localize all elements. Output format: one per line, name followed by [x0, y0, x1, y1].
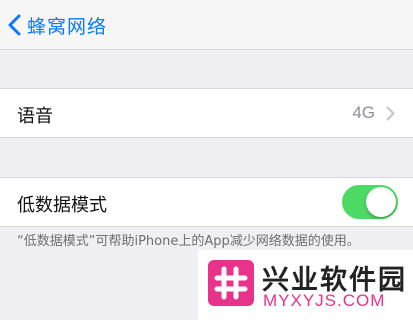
chevron-right-icon: [386, 106, 395, 125]
low-data-mode-label: 低数据模式: [17, 195, 107, 216]
voice-label: 语音: [17, 106, 53, 127]
voice-value: 4G: [352, 103, 375, 122]
low-data-mode-toggle[interactable]: [342, 185, 398, 219]
watermark-subtitle: MYXYJS.COM: [263, 291, 386, 310]
low-data-mode-row: 低数据模式: [0, 177, 413, 227]
toggle-knob: [366, 187, 396, 217]
voice-row[interactable]: 语音 4G: [0, 88, 413, 138]
chevron-left-icon: [8, 14, 21, 36]
hash-logo-icon: [208, 260, 254, 306]
back-button[interactable]: 蜂窝网络: [8, 12, 107, 38]
low-data-mode-description: “低数据模式”可帮助iPhone上的App减少网络数据的使用。: [17, 234, 360, 249]
watermark: 兴业软件园 MYXYJS.COM: [198, 250, 413, 320]
back-button-label: 蜂窝网络: [27, 15, 108, 38]
navigation-bar: 蜂窝网络: [0, 0, 413, 50]
